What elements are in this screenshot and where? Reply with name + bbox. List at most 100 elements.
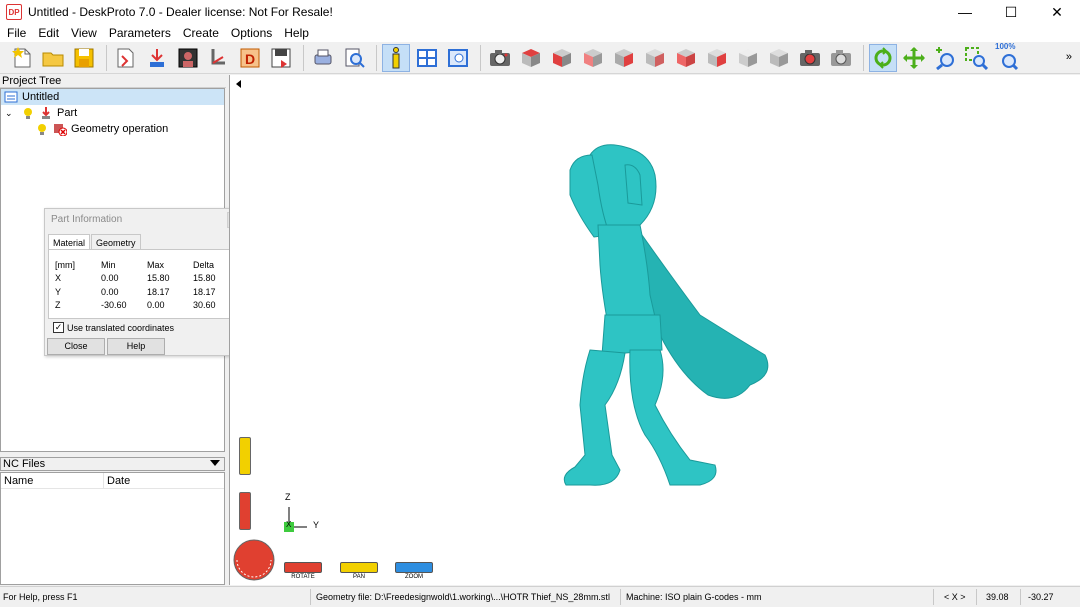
pan-dial-vertical[interactable] bbox=[239, 437, 251, 475]
header-delta: Delta bbox=[193, 259, 215, 270]
d-operation-button[interactable]: D bbox=[236, 44, 264, 72]
menu-options[interactable]: Options bbox=[225, 26, 278, 40]
translated-coordinates-checkbox[interactable]: ✓ Use translated coordinates bbox=[53, 322, 174, 333]
view-left-button[interactable] bbox=[579, 44, 607, 72]
status-separator bbox=[933, 589, 934, 605]
view-front-button[interactable] bbox=[548, 44, 576, 72]
camera-grey-button[interactable] bbox=[827, 44, 855, 72]
save-file-button[interactable] bbox=[70, 44, 98, 72]
folder-icon bbox=[42, 52, 64, 66]
app-logo-icon: DP bbox=[6, 4, 22, 20]
cube-bottom-icon bbox=[677, 48, 695, 67]
header-min: Min bbox=[101, 259, 116, 270]
tree-label-untitled: Untitled bbox=[22, 91, 60, 103]
menu-create[interactable]: Create bbox=[177, 26, 225, 40]
tab-geometry[interactable]: Geometry bbox=[91, 234, 141, 250]
menu-file[interactable]: File bbox=[1, 26, 32, 40]
menu-parameters[interactable]: Parameters bbox=[103, 26, 177, 40]
rotate-label: ROTATE bbox=[291, 574, 315, 580]
view-bottom-button[interactable] bbox=[672, 44, 700, 72]
zoom-window-button[interactable] bbox=[962, 44, 990, 72]
bitmap-button[interactable] bbox=[174, 44, 202, 72]
view-3d-button[interactable] bbox=[734, 44, 762, 72]
header-unit: [mm] bbox=[55, 259, 75, 270]
zoom-dial[interactable] bbox=[395, 562, 433, 573]
pan-dial[interactable] bbox=[340, 562, 378, 573]
export-icon bbox=[271, 48, 291, 68]
dialog-tabs: Material Geometry bbox=[48, 234, 142, 250]
info-icon bbox=[392, 46, 400, 68]
nc-files-list: Name Date bbox=[0, 472, 225, 585]
view-plain-button[interactable] bbox=[765, 44, 793, 72]
maximize-button[interactable]: ☐ bbox=[988, 0, 1034, 24]
d-letter-icon: D bbox=[240, 48, 260, 67]
tab-material[interactable]: Material bbox=[48, 234, 91, 250]
pan-view-button[interactable] bbox=[900, 44, 928, 72]
zoom-in-button[interactable] bbox=[931, 44, 959, 72]
part-information-button[interactable] bbox=[382, 43, 410, 72]
status-axes[interactable]: < X > bbox=[944, 587, 966, 607]
project-icon bbox=[4, 91, 18, 103]
dropdown-arrow-icon bbox=[210, 460, 220, 466]
view-window-button[interactable] bbox=[444, 44, 472, 72]
window-layout-icon bbox=[417, 48, 437, 67]
tree-item-geometry-operation[interactable]: Geometry operation bbox=[1, 121, 224, 137]
menu-view[interactable]: View bbox=[65, 26, 103, 40]
status-coord-1: 39.08 bbox=[986, 592, 1009, 602]
rotate-view-button[interactable] bbox=[869, 43, 897, 72]
status-geometry-file: Geometry file: D:\Freedesignwold\1.worki… bbox=[316, 592, 610, 602]
part-parameters-button[interactable] bbox=[143, 44, 171, 72]
zoom-label: ZOOM bbox=[405, 574, 423, 580]
help-button[interactable]: Help bbox=[107, 338, 165, 355]
view-back-button[interactable] bbox=[641, 44, 669, 72]
chevron-down-icon[interactable]: ⌄ bbox=[5, 108, 17, 119]
zoom-100-button[interactable]: 100% bbox=[993, 42, 1025, 72]
delta-cell: 30.60 bbox=[193, 300, 216, 311]
camera-button[interactable] bbox=[486, 44, 514, 72]
rotate-wheel-icon[interactable] bbox=[232, 538, 276, 582]
column-header-date[interactable]: Date bbox=[104, 473, 224, 488]
toolbar-overflow-chevron[interactable]: » bbox=[1066, 51, 1072, 63]
column-header-name[interactable]: Name bbox=[1, 473, 104, 488]
rotate-dial[interactable] bbox=[284, 562, 322, 573]
tree-item-part[interactable]: ⌄ Part bbox=[1, 105, 224, 121]
menu-bar: File Edit View Parameters Create Options… bbox=[0, 24, 1080, 42]
layout-button[interactable] bbox=[413, 44, 441, 72]
close-button[interactable]: Close bbox=[47, 338, 105, 355]
minimize-button[interactable]: — bbox=[942, 0, 988, 24]
close-window-button[interactable]: ✕ bbox=[1034, 0, 1080, 24]
new-file-button[interactable] bbox=[8, 44, 36, 72]
print-preview-button[interactable] bbox=[340, 44, 368, 72]
tree-item-untitled[interactable]: Untitled bbox=[1, 89, 224, 105]
status-bar: For Help, press F1 Geometry file: D:\Fre… bbox=[0, 586, 1080, 607]
camera-icon bbox=[490, 49, 510, 66]
open-file-button[interactable] bbox=[39, 44, 67, 72]
min-cell: 0.00 bbox=[101, 273, 119, 284]
view-window-icon bbox=[448, 48, 468, 67]
project-tree-header: Project Tree bbox=[0, 75, 226, 88]
part-icon bbox=[150, 48, 164, 67]
table-row: Y 0.00 18.17 18.17 bbox=[55, 285, 216, 299]
left-panel: Project Tree Untitled ⌄ Part Geometry op… bbox=[0, 75, 245, 585]
view-top-button[interactable] bbox=[517, 44, 545, 72]
checkmark-icon[interactable]: ✓ bbox=[53, 322, 64, 333]
pan-label: PAN bbox=[353, 574, 365, 580]
view-iso-button[interactable] bbox=[703, 44, 731, 72]
menu-help[interactable]: Help bbox=[278, 26, 315, 40]
checkbox-label: Use translated coordinates bbox=[67, 322, 175, 333]
rotate-dial-vertical[interactable] bbox=[239, 492, 251, 530]
nc-files-dropdown[interactable]: NC Files bbox=[0, 457, 225, 471]
tree-label-geometry-operation: Geometry operation bbox=[71, 123, 169, 135]
view-right-button[interactable] bbox=[610, 44, 638, 72]
print-button[interactable] bbox=[309, 44, 337, 72]
camera-red-button[interactable] bbox=[796, 44, 824, 72]
cube-iso-icon bbox=[708, 48, 726, 67]
cube-right-icon bbox=[615, 48, 633, 67]
save-icon bbox=[74, 48, 94, 67]
menu-edit[interactable]: Edit bbox=[32, 26, 65, 40]
vector-button[interactable] bbox=[205, 44, 233, 72]
3d-viewport[interactable]: Z Y X ROTATE PAN ZOOM bbox=[229, 75, 1080, 585]
load-geometry-button[interactable] bbox=[112, 44, 140, 72]
export-button[interactable] bbox=[267, 44, 295, 72]
status-coord-2: -30.27 bbox=[1028, 592, 1054, 602]
